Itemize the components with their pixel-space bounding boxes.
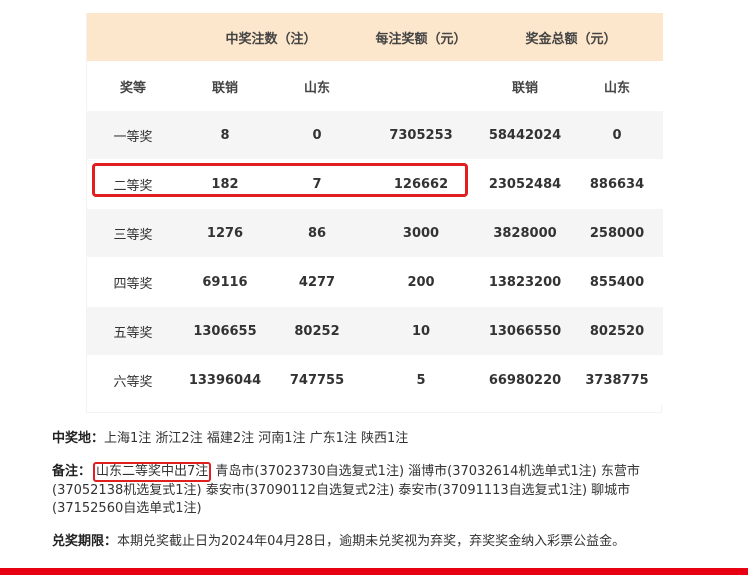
header-shandong: 山东 (271, 61, 364, 111)
cell-total-shandong: 258000 (571, 208, 664, 258)
second-prize-highlight-box (92, 163, 468, 197)
remarks-label: 备注： (52, 464, 92, 479)
cell-prize-per: 10 (363, 306, 480, 356)
cell-total-lianxiao: 13066550 (479, 306, 572, 356)
cell-level: 一等奖 (87, 110, 179, 160)
bottom-red-bar (0, 568, 748, 575)
table-row: 四等奖 69116 4277 200 13823200 855400 (87, 257, 664, 307)
deadline-label: 兑奖期限： (52, 534, 118, 549)
cell-total-shandong: 886634 (571, 159, 664, 209)
remarks-highlight: 山东二等奖中出7注 (93, 462, 212, 482)
cell-win-lianxiao: 69116 (179, 257, 271, 307)
header-lianxiao: 联销 (179, 61, 271, 111)
cell-total-shandong: 0 (571, 110, 664, 160)
cell-level: 六等奖 (87, 355, 179, 405)
cell-total-shandong: 3738775 (571, 355, 664, 405)
remarks: 备注： 山东二等奖中出7注 青岛市(37023730自选复式1注) 淄博市(370… (52, 462, 692, 518)
cell-total-shandong: 802520 (571, 306, 664, 356)
cell-level: 四等奖 (87, 257, 179, 307)
cell-win-lianxiao: 8 (179, 110, 271, 160)
cell-win-shandong: 4277 (271, 257, 364, 307)
cell-win-lianxiao: 13396044 (179, 355, 271, 405)
header-prize-per: 每注奖额（元） (363, 13, 480, 62)
cell-prize-per: 5 (363, 355, 480, 405)
winning-locations-label: 中奖地： (52, 431, 105, 446)
cell-total-shandong: 855400 (571, 257, 664, 307)
table-header-sub-row: 奖等 联销 山东 联销 山东 (87, 61, 664, 111)
cell-prize-per: 200 (363, 257, 480, 307)
header-level: 奖等 (87, 61, 179, 111)
cell-total-lianxiao: 66980220 (479, 355, 572, 405)
cell-win-lianxiao: 1306655 (179, 306, 271, 356)
cell-total-lianxiao: 3828000 (479, 208, 572, 258)
cell-level: 五等奖 (87, 306, 179, 356)
table-row: 六等奖 13396044 747755 5 66980220 3738775 (87, 355, 664, 405)
cell-win-shandong: 747755 (271, 355, 364, 405)
header-blank-2 (363, 61, 480, 111)
prize-table: 中奖注数（注） 每注奖额（元） 奖金总额（元） 奖等 联销 山东 联销 山东 一… (87, 13, 664, 405)
cell-win-shandong: 0 (271, 110, 364, 160)
table-row: 一等奖 8 0 7305253 58442024 0 (87, 110, 664, 160)
header-shandong-2: 山东 (571, 61, 664, 111)
table-row: 五等奖 1306655 80252 10 13066550 802520 (87, 306, 664, 356)
cell-win-lianxiao: 1276 (179, 208, 271, 258)
cell-level: 三等奖 (87, 208, 179, 258)
table-header-group-row: 中奖注数（注） 每注奖额（元） 奖金总额（元） (87, 13, 664, 62)
deadline-text: 本期兑奖截止日为2024年04月28日，逾期未兑奖视为弃奖，弃奖奖金纳入彩票公益… (117, 534, 626, 549)
redemption-deadline: 兑奖期限：本期兑奖截止日为2024年04月28日，逾期未兑奖视为弃奖，弃奖奖金纳… (52, 533, 692, 551)
cell-prize-per: 3000 (363, 208, 480, 258)
cell-total-lianxiao: 58442024 (479, 110, 572, 160)
cell-total-lianxiao: 23052484 (479, 159, 572, 209)
prize-table-container: 中奖注数（注） 每注奖额（元） 奖金总额（元） 奖等 联销 山东 联销 山东 一… (86, 13, 664, 413)
cell-total-lianxiao: 13823200 (479, 257, 572, 307)
table-row: 三等奖 1276 86 3000 3828000 258000 (87, 208, 664, 258)
header-total: 奖金总额（元） (479, 13, 664, 62)
header-blank (87, 13, 179, 62)
winning-locations-text: 上海1注 浙江2注 福建2注 河南1注 广东1注 陕西1注 (104, 431, 409, 446)
winning-locations: 中奖地：上海1注 浙江2注 福建2注 河南1注 广东1注 陕西1注 (52, 430, 692, 448)
header-lianxiao-2: 联销 (479, 61, 572, 111)
header-winners: 中奖注数（注） (179, 13, 364, 62)
cell-prize-per: 7305253 (363, 110, 480, 160)
cell-win-shandong: 86 (271, 208, 364, 258)
cell-win-shandong: 80252 (271, 306, 364, 356)
